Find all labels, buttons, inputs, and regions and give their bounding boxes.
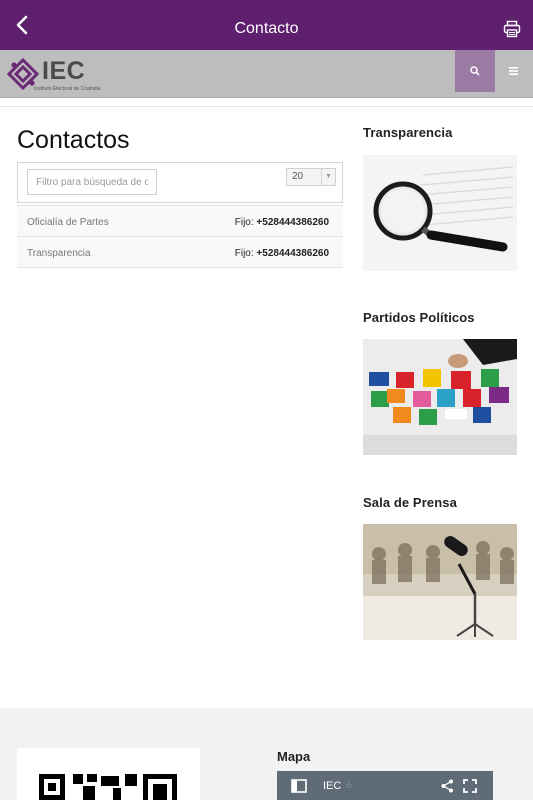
page-title: Contactos xyxy=(17,126,130,154)
site-header: IEC Instituto Electoral de Coahuila xyxy=(0,50,533,98)
page-title-bar: Contacto xyxy=(0,0,533,50)
share-icon[interactable] xyxy=(441,779,454,793)
qr-code-image xyxy=(17,748,200,800)
map-toolbar: IEC ☆ xyxy=(277,771,493,800)
sidebar-title-transparencia[interactable]: Transparencia xyxy=(363,125,452,140)
qr-code xyxy=(17,748,200,800)
map-label: Mapa xyxy=(277,749,311,764)
search-icon xyxy=(470,66,480,76)
print-button[interactable] xyxy=(503,20,523,40)
dropdown-caret-icon: ▼ xyxy=(321,169,335,185)
transparencia-image[interactable] xyxy=(363,155,517,271)
search-button[interactable] xyxy=(455,50,495,92)
logo-subtitle: Instituto Electoral de Coahuila xyxy=(34,86,101,92)
logo-wordmark: IEC xyxy=(42,57,86,85)
party-logos-illustration xyxy=(363,339,517,455)
printer-icon xyxy=(503,20,521,38)
app-bar: Contacto xyxy=(0,0,533,50)
list-item[interactable]: Oficialía de Partes Fijo: +528444386260 xyxy=(17,205,343,237)
microphone-illustration xyxy=(363,524,517,640)
hamburger-icon xyxy=(508,67,518,75)
partidos-image[interactable] xyxy=(363,339,517,455)
iec-logo[interactable]: IEC Instituto Electoral de Coahuila xyxy=(6,55,116,93)
contact-phone[interactable]: Fijo: +528444386260 xyxy=(235,217,329,228)
sidebar-title-sala-prensa[interactable]: Sala de Prensa xyxy=(363,495,457,510)
filter-input[interactable] xyxy=(27,169,157,195)
phone-label: Fijo: xyxy=(234,248,254,259)
phone-number: +528444386260 xyxy=(256,248,329,259)
app-bar-title: Contacto xyxy=(234,19,299,37)
page-size-value: 20 xyxy=(292,171,304,182)
phone-label: Fijo: xyxy=(234,217,254,228)
phone-number: +528444386260 xyxy=(256,217,329,228)
filter-toolbar: 20 ▼ xyxy=(17,162,343,203)
list-item[interactable]: Transparencia Fijo: +528444386260 xyxy=(17,236,343,268)
magnifying-glass-illustration xyxy=(363,155,517,271)
sidebar-title-partidos[interactable]: Partidos Políticos xyxy=(363,310,475,325)
map-name: IEC xyxy=(323,780,342,792)
page-size-select[interactable]: 20 ▼ xyxy=(286,168,336,186)
fullscreen-icon[interactable] xyxy=(463,779,477,793)
star-icon[interactable]: ☆ xyxy=(345,780,353,791)
menu-button[interactable] xyxy=(503,60,523,82)
contact-name: Transparencia xyxy=(27,248,91,259)
map-sidebar-icon[interactable] xyxy=(291,779,307,793)
sala-prensa-image[interactable] xyxy=(363,524,517,640)
header-divider xyxy=(0,106,533,107)
contact-list: Oficialía de Partes Fijo: +528444386260 … xyxy=(17,205,343,268)
contact-phone[interactable]: Fijo: +528444386260 xyxy=(235,248,329,259)
contact-name: Oficialía de Partes xyxy=(27,217,109,228)
